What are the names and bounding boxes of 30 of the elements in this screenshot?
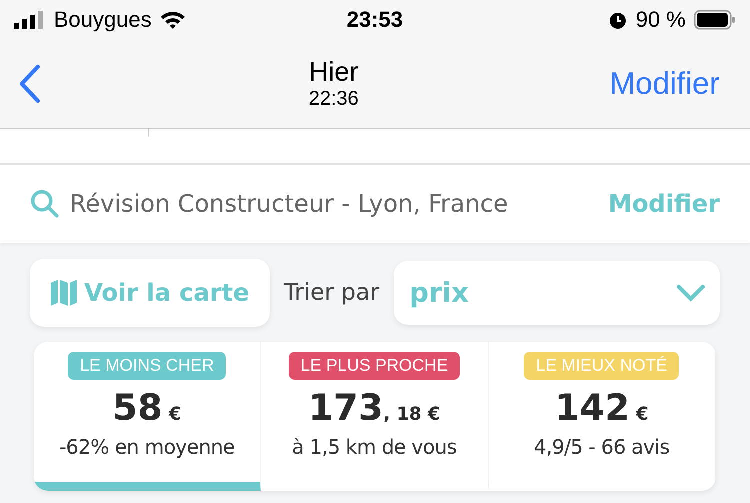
edit-search-button[interactable]: Modifier — [608, 190, 720, 218]
offer-card[interactable]: LE PLUS PROCHE 173, 18 € à 1,5 km de vous — [261, 342, 489, 491]
sort-dropdown[interactable]: prix — [394, 261, 720, 325]
nav-title: Hier — [309, 57, 359, 88]
battery-percent: 90 % — [636, 7, 686, 33]
nav-subtitle: 22:36 — [308, 88, 359, 111]
search-icon — [30, 189, 60, 219]
offer-detail: à 1,5 km de vous — [292, 435, 457, 459]
edit-button[interactable]: Modifier — [610, 66, 720, 102]
chevron-down-icon — [676, 284, 706, 302]
offer-card[interactable]: LE MIEUX NOTÉ 142 € 4,9/5 - 66 avis — [488, 342, 716, 491]
offer-price: 58 € — [112, 388, 182, 429]
offer-detail: 4,9/5 - 66 avis — [534, 435, 670, 459]
offer-price: 173, 18 € — [308, 388, 441, 429]
clock-time: 23:53 — [346, 7, 404, 33]
offer-tag: LE MOINS CHER — [68, 352, 226, 380]
alarm-icon — [608, 10, 628, 30]
offer-price: 142 € — [554, 388, 649, 429]
carrier-name: Bouygues — [54, 7, 152, 33]
map-button[interactable]: Voir la carte — [30, 259, 270, 327]
map-icon — [50, 279, 77, 307]
sort-label: Trier par — [284, 280, 380, 306]
offer-tag: LE MIEUX NOTÉ — [524, 352, 680, 380]
offer-tag: LE PLUS PROCHE — [288, 352, 460, 380]
signal-icon — [14, 11, 46, 29]
offer-detail: -62% en moyenne — [59, 435, 235, 459]
battery-icon — [694, 10, 736, 30]
wifi-icon — [160, 10, 186, 30]
search-query: Révision Constructeur - Lyon, France — [70, 190, 510, 218]
offer-card[interactable]: LE MOINS CHER 58 € -62% en moyenne — [34, 342, 262, 491]
